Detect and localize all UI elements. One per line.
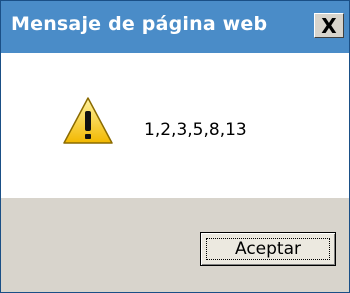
close-button[interactable]: X (314, 13, 344, 38)
dialog-message: 1,2,3,5,8,13 (144, 120, 247, 140)
alert-dialog: Mensaje de página web X 1,2,3,5,8,13 Ace… (0, 0, 350, 293)
warning-icon (63, 97, 113, 144)
dialog-footer: Aceptar (1, 198, 349, 292)
window-title: Mensaje de página web (11, 13, 268, 35)
title-bar[interactable]: Mensaje de página web X (1, 1, 349, 53)
close-icon: X (321, 13, 337, 38)
ok-button[interactable]: Aceptar (200, 232, 336, 266)
ok-button-label: Aceptar (235, 239, 301, 259)
dialog-body: 1,2,3,5,8,13 (1, 53, 349, 198)
